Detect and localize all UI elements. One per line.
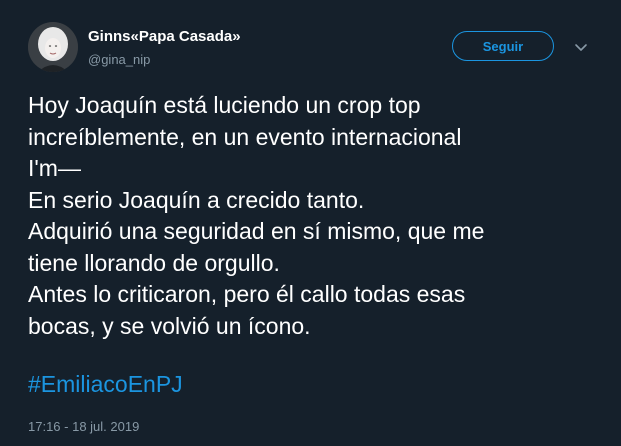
tweet-card: Ginns«Papa Casada» @gina_nip Seguir Hoy … [0, 0, 621, 446]
tweet-text-line: increíblemente, en un evento internacion… [28, 123, 462, 150]
tweet-text-line: tiene llorando de orgullo. [28, 249, 280, 276]
tweet-text-line: En serio Joaquín a crecido tanto. [28, 186, 365, 213]
tweet-text-line: bocas, y se volvió un ícono. [28, 312, 311, 339]
username[interactable]: @gina_nip [88, 52, 150, 67]
tweet-text-line: Antes lo criticaron, pero él callo todas… [28, 281, 466, 307]
tweet-text-line: I'm— [28, 155, 81, 181]
tweet-text: Hoy Joaquín está luciendo un crop top in… [28, 90, 598, 342]
tweet-text-line: Hoy Joaquín está luciendo un crop top [28, 92, 421, 118]
display-name[interactable]: Ginns«Papa Casada» [88, 28, 241, 45]
hashtag-link[interactable]: #EmiliacoEnPJ [28, 371, 183, 398]
tweet-text-line: Adquirió una seguridad en sí mismo, que … [28, 218, 485, 244]
avatar[interactable] [28, 22, 78, 72]
profile-photo-icon [28, 22, 78, 72]
chevron-down-icon[interactable] [572, 38, 590, 56]
timestamp[interactable]: 17:16 - 18 jul. 2019 [28, 419, 139, 434]
follow-button[interactable]: Seguir [452, 31, 554, 61]
